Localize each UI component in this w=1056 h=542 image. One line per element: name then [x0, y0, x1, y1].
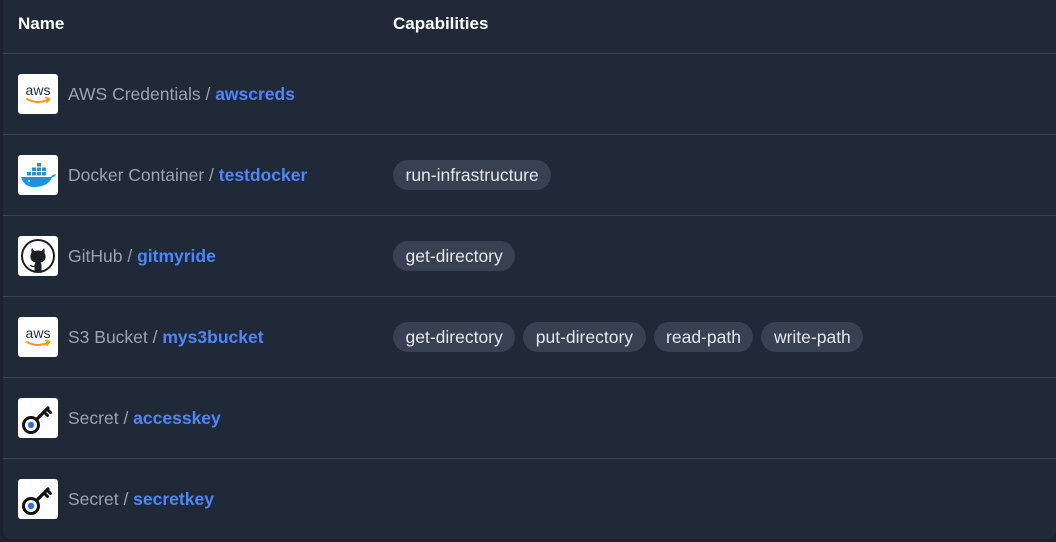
table-row: Secret / secretkey	[3, 459, 1056, 539]
capability-badge: put-directory	[523, 322, 646, 352]
resource-name: Docker Container / testdocker	[68, 164, 307, 186]
resource-name: AWS Credentials / awscreds	[68, 83, 295, 105]
capability-badge: write-path	[761, 322, 864, 352]
table-header: Name Capabilities	[3, 0, 1056, 54]
aws-icon: aws	[18, 317, 58, 357]
github-icon	[18, 236, 58, 276]
resources-table: Name Capabilities aws AWS Credentials / …	[3, 0, 1056, 539]
table-row: aws AWS Credentials / awscreds	[3, 54, 1056, 135]
capabilities-list: get-directory put-directory read-path wr…	[393, 322, 864, 352]
svg-text:aws: aws	[26, 325, 51, 341]
resource-type: Docker Container	[68, 165, 205, 185]
table-row: Secret / accesskey	[3, 378, 1056, 459]
aws-icon: aws	[18, 74, 58, 114]
resource-link-awscreds[interactable]: awscreds	[215, 84, 295, 104]
resource-name: GitHub / gitmyride	[68, 245, 216, 267]
resource-name: Secret / accesskey	[68, 407, 221, 429]
resource-link-mys3bucket[interactable]: mys3bucket	[162, 327, 263, 347]
table-row: Docker Container / testdocker run-infras…	[3, 135, 1056, 216]
name-separator: /	[147, 327, 163, 347]
resource-link-testdocker[interactable]: testdocker	[219, 165, 308, 185]
capability-badge: run-infrastructure	[393, 160, 552, 190]
name-separator: /	[118, 489, 134, 509]
resource-type: AWS Credentials	[68, 84, 201, 104]
docker-icon	[18, 155, 58, 195]
name-separator: /	[122, 246, 138, 266]
resource-name: Secret / secretkey	[68, 488, 214, 510]
name-separator: /	[118, 408, 134, 428]
capabilities-list: run-infrastructure	[393, 160, 552, 190]
name-separator: /	[200, 84, 216, 104]
key-icon	[18, 479, 58, 519]
capability-badge: read-path	[653, 322, 754, 352]
resource-type: Secret	[68, 489, 119, 509]
capability-badge: get-directory	[393, 322, 516, 352]
resource-type: Secret	[68, 408, 119, 428]
name-column-header: Name	[18, 14, 65, 33]
resource-name: S3 Bucket / mys3bucket	[68, 326, 264, 348]
table-row: GitHub / gitmyride get-directory	[3, 216, 1056, 297]
capabilities-column-header: Capabilities	[393, 14, 489, 33]
resource-type: GitHub	[68, 246, 123, 266]
resource-type: S3 Bucket	[68, 327, 148, 347]
svg-text:aws: aws	[26, 82, 51, 98]
name-separator: /	[204, 165, 219, 185]
capabilities-list: get-directory	[393, 241, 516, 271]
capability-badge: get-directory	[393, 241, 516, 271]
table-row: aws S3 Bucket / mys3bucket get-directory…	[3, 297, 1056, 378]
key-icon	[18, 398, 58, 438]
resource-link-secretkey[interactable]: secretkey	[133, 489, 214, 509]
resource-link-accesskey[interactable]: accesskey	[133, 408, 221, 428]
resource-link-gitmyride[interactable]: gitmyride	[137, 246, 216, 266]
